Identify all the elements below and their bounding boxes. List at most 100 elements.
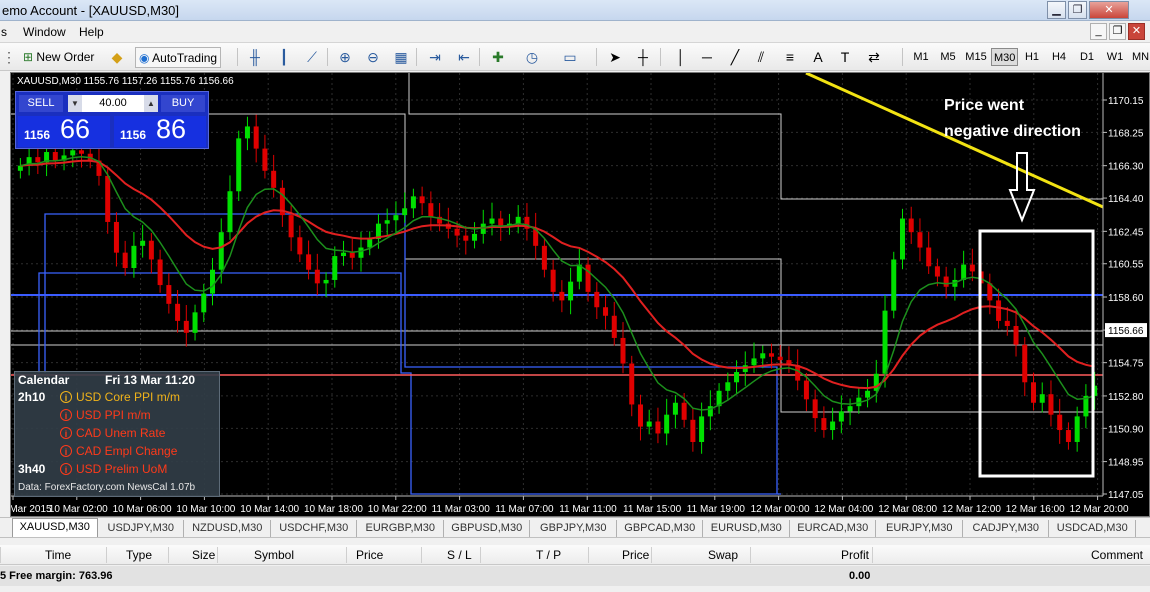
- chart-tab-usdchf[interactable]: USDCHF,M30: [272, 520, 357, 537]
- mdi-restore-icon[interactable]: ❐: [1109, 23, 1126, 40]
- chart-tab-eurgbp[interactable]: EURGBP,M30: [358, 520, 444, 537]
- column-header-tp[interactable]: T / P: [536, 548, 561, 562]
- mdi-close-icon[interactable]: ✕: [1128, 23, 1145, 40]
- text-label-icon[interactable]: T: [836, 48, 854, 66]
- column-header-profit[interactable]: Profit: [841, 548, 869, 562]
- candle-body: [690, 419, 696, 442]
- candle-body: [183, 320, 189, 333]
- timeframe-m15[interactable]: M15: [963, 48, 989, 66]
- fibonacci-icon[interactable]: ≡: [781, 48, 799, 66]
- column-header-sl[interactable]: S / L: [447, 548, 472, 562]
- event-name: CAD Unem Rate: [76, 426, 166, 440]
- chart-tab-cadjpy[interactable]: CADJPY,M30: [964, 520, 1049, 537]
- tile-windows-icon[interactable]: ▦: [392, 48, 410, 66]
- lot-size-input[interactable]: ▼ 40.00 ▲: [68, 95, 158, 112]
- column-header-price[interactable]: Price: [356, 548, 383, 562]
- column-separator: [872, 547, 873, 563]
- lot-increase-icon[interactable]: ▲: [144, 95, 158, 112]
- chart-tab-nzdusd[interactable]: NZDUSD,M30: [185, 520, 271, 537]
- chart-tab-gbpcad[interactable]: GBPCAD,M30: [618, 520, 703, 537]
- timeframe-m5[interactable]: M5: [937, 48, 959, 66]
- sell-button[interactable]: SELL: [19, 95, 63, 112]
- indicators-icon[interactable]: ✚: [489, 48, 507, 66]
- menu-item-window[interactable]: Window: [23, 25, 66, 39]
- zoom-out-icon[interactable]: ⊖: [364, 48, 382, 66]
- chart-shift-icon[interactable]: ⇤: [455, 48, 473, 66]
- candle-body: [463, 235, 469, 241]
- column-header-time[interactable]: Time: [45, 548, 71, 562]
- minimize-icon[interactable]: ▁: [1047, 1, 1066, 19]
- candle-body: [131, 245, 137, 269]
- ask-quote[interactable]: 1156 86: [114, 114, 206, 147]
- candle-body: [559, 291, 565, 301]
- new-order-button[interactable]: ⊞ New Order: [20, 47, 97, 68]
- chart-tab-xauusd[interactable]: XAUUSD,M30: [12, 518, 98, 537]
- text-icon[interactable]: A: [809, 48, 827, 66]
- candle-body: [803, 380, 809, 400]
- lot-decrease-icon[interactable]: ▼: [68, 95, 82, 112]
- column-header-swap[interactable]: Swap: [708, 548, 738, 562]
- price-axis: 1170.15 1168.25 1166.30 1164.40 1162.45 1160.…: [1102, 73, 1147, 501]
- chart-tab-usdjpy[interactable]: USDJPY,M30: [99, 520, 184, 537]
- candle-body: [620, 337, 626, 364]
- periods-icon[interactable]: ◷: [523, 48, 541, 66]
- column-header-size[interactable]: Size: [192, 548, 215, 562]
- chart-tab-usdcad[interactable]: USDCAD,M30: [1050, 520, 1136, 537]
- candle-body: [218, 232, 224, 270]
- chart-tab-gbpjpy[interactable]: GBPJPY,M30: [531, 520, 617, 537]
- timeframe-w1[interactable]: W1: [1104, 48, 1126, 66]
- close-icon[interactable]: ✕: [1089, 1, 1129, 19]
- crosshair-icon[interactable]: ┼: [634, 48, 652, 66]
- column-header-price[interactable]: Price: [622, 548, 649, 562]
- autotrading-button[interactable]: ◉ AutoTrading: [135, 47, 222, 68]
- candle-body: [393, 215, 399, 221]
- candle-body: [1074, 416, 1080, 442]
- market-watch-icon[interactable]: ◆: [108, 48, 126, 66]
- chart-annotation-line-1: Price went: [944, 97, 1025, 114]
- timeframe-mn[interactable]: MN: [1130, 48, 1150, 66]
- autoscroll-icon[interactable]: ⇥: [426, 48, 444, 66]
- candle-body: [1039, 394, 1045, 403]
- orders-header: Time Type Size Symbol Price S / L T / P Price Sw…: [0, 545, 1150, 565]
- timeframe-m30[interactable]: M30: [991, 48, 1018, 66]
- chart-tab-eurusd[interactable]: EURUSD,M30: [704, 520, 790, 537]
- timeframe-m1[interactable]: M1: [910, 48, 932, 66]
- candle-body: [996, 300, 1002, 321]
- calendar-date: Fri 13 Mar 11:20: [105, 373, 196, 387]
- candle-body: [157, 259, 163, 286]
- column-header-type[interactable]: Type: [126, 548, 152, 562]
- bid-quote[interactable]: 1156 66: [18, 114, 110, 147]
- time-tick-label: 10 Mar 18:00: [304, 504, 363, 515]
- vertical-line-icon[interactable]: │: [672, 48, 690, 66]
- arrows-icon[interactable]: ⇄: [865, 48, 883, 66]
- candle-body: [419, 196, 425, 204]
- timeframe-h1[interactable]: H1: [1021, 48, 1043, 66]
- templates-icon[interactable]: ▭: [561, 48, 579, 66]
- trendline-icon[interactable]: ╱: [726, 48, 744, 66]
- menu-item-view[interactable]: s: [1, 25, 7, 39]
- chart-tab-eurcad[interactable]: EURCAD,M30: [791, 520, 876, 537]
- bar-chart-icon[interactable]: ╫: [246, 48, 264, 66]
- chart-tab-eurjpy[interactable]: EURJPY,M30: [877, 520, 963, 537]
- time-tick-label: 12 Mar 04:00: [814, 504, 873, 515]
- menu-item-help[interactable]: Help: [79, 25, 104, 39]
- timeframe-d1[interactable]: D1: [1076, 48, 1098, 66]
- zoom-in-icon[interactable]: ⊕: [336, 48, 354, 66]
- candle-body: [882, 310, 888, 374]
- buy-button[interactable]: BUY: [161, 95, 205, 112]
- mdi-minimize-icon[interactable]: _: [1090, 23, 1107, 40]
- chart-tab-gbpusd[interactable]: GBPUSD,M30: [445, 520, 530, 537]
- maximize-icon[interactable]: ❐: [1068, 1, 1087, 19]
- column-header-symbol[interactable]: Symbol: [254, 548, 294, 562]
- line-chart-icon[interactable]: ⟋: [303, 48, 321, 66]
- cursor-icon[interactable]: ➤: [606, 48, 624, 66]
- column-header-comment[interactable]: Comment: [1091, 548, 1143, 562]
- equidistant-channel-icon[interactable]: ⫽: [752, 48, 770, 66]
- price-chart[interactable]: 1170.15 1168.25 1166.30 1164.40 1162.45 1160.…: [10, 72, 1150, 517]
- candlestick-icon[interactable]: ┃: [275, 48, 293, 66]
- candle-body: [1022, 344, 1028, 383]
- timeframe-h4[interactable]: H4: [1048, 48, 1070, 66]
- time-tick-label: 12 Mar 20:00: [1070, 504, 1129, 515]
- horizontal-line-icon[interactable]: ─: [698, 48, 716, 66]
- candle-body: [288, 215, 294, 238]
